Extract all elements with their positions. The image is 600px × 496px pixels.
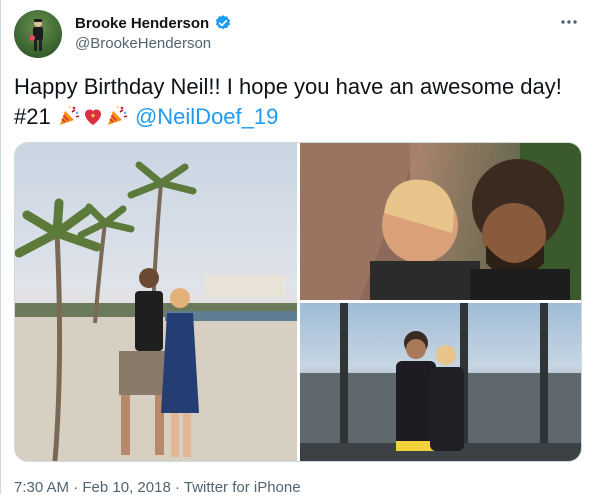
sparkling-heart-icon [84,109,101,125]
meta-separator: · [69,479,83,496]
tweet-time-link[interactable]: 7:30 AM [14,479,69,496]
selfie-photo[interactable] [300,143,581,300]
building-scene [300,303,581,461]
party-popper-icon [59,106,80,125]
media-grid [14,142,582,462]
author-handle[interactable]: @BrookeHenderson [75,35,211,52]
golfer-avatar-icon [30,19,43,51]
selfie-scene [300,143,581,300]
mention-link[interactable]: @NeilDoef_19 [135,104,278,129]
party-popper-icon [107,106,128,125]
tweet-date-link[interactable]: Feb 10, 2018 [82,479,170,496]
tweet-timestamp: 7:30 AM · Feb 10, 2018 · Twitter for iPh… [14,479,301,496]
avatar[interactable] [14,10,62,58]
display-name[interactable]: Brooke Henderson [75,15,209,32]
more-dots-icon [561,20,577,24]
beach-photo[interactable] [15,143,297,461]
frame-border [0,0,1,494]
tweet-source-link[interactable]: Twitter for iPhone [184,479,301,496]
tweet-text: Happy Birthday Neil!! I hope you have an… [14,72,574,132]
verified-badge-icon [216,15,231,30]
meta-separator: · [170,479,184,496]
beach-scene [15,161,297,461]
building-photo[interactable] [300,303,581,461]
more-options-button[interactable] [556,11,582,33]
author-name-row[interactable]: Brooke Henderson [75,14,232,32]
